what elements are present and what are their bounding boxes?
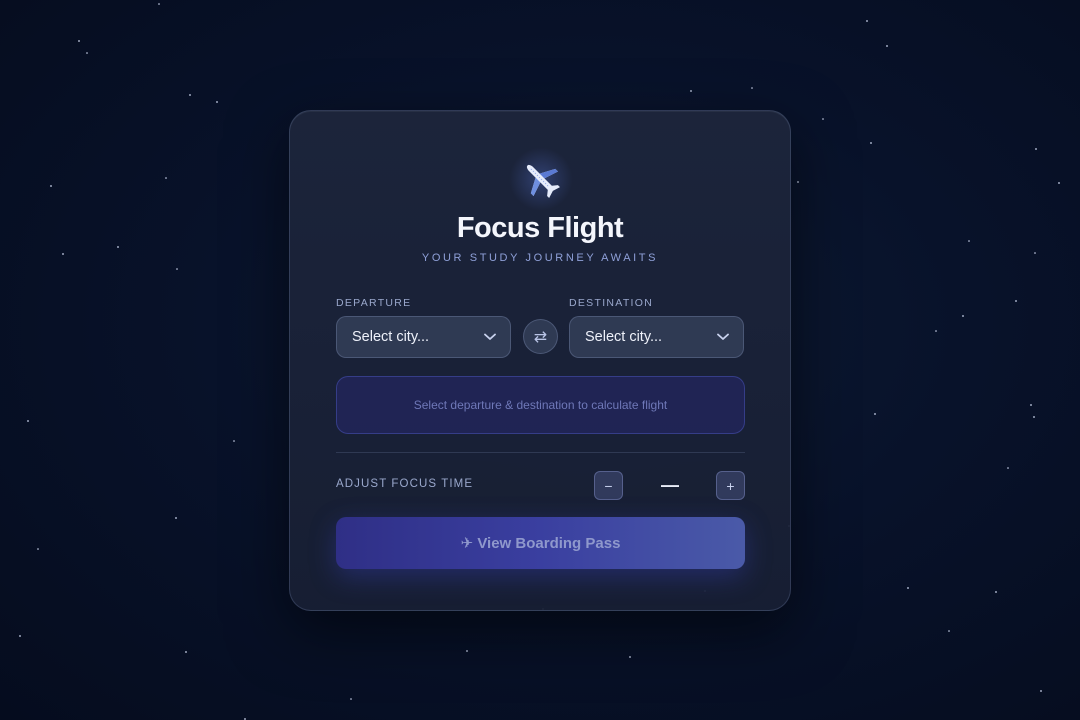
increment-focus-button[interactable]: + [716, 471, 745, 500]
star [165, 177, 167, 179]
star [1033, 416, 1035, 418]
star [37, 548, 39, 550]
destination-select-value: Select city... [585, 329, 663, 345]
star [350, 698, 352, 700]
plus-icon: + [726, 477, 735, 494]
star [1007, 467, 1009, 469]
focus-time-value: — [661, 475, 679, 495]
swap-cities-button[interactable]: ⇄ [523, 319, 558, 354]
star [886, 45, 888, 47]
star [86, 52, 88, 54]
star [751, 87, 753, 89]
star [1015, 300, 1017, 302]
star [866, 20, 868, 22]
star [176, 268, 178, 270]
view-boarding-pass-label: ✈ View Boarding Pass [460, 535, 621, 552]
star [874, 413, 876, 415]
star [1030, 404, 1032, 406]
minus-icon: − [604, 477, 613, 494]
destination-select[interactable]: Select city... [569, 316, 744, 358]
decrement-focus-button[interactable]: − [594, 471, 623, 500]
departure-select[interactable]: Select city... [336, 316, 511, 358]
app-title: Focus Flight [456, 212, 624, 244]
star [117, 246, 119, 248]
airplane-icon [509, 147, 573, 211]
star [968, 240, 970, 242]
star [185, 651, 187, 653]
star [50, 185, 52, 187]
star [233, 440, 235, 442]
star [78, 40, 80, 42]
flight-card: Focus Flight YOUR STUDY JOURNEY AWAITS D… [289, 110, 791, 611]
star [629, 656, 631, 658]
star [27, 420, 29, 422]
chevron-down-icon [484, 331, 496, 343]
star [690, 90, 692, 92]
divider [336, 452, 745, 453]
flight-info-panel: Select departure & destination to calcul… [336, 376, 745, 434]
star [962, 315, 964, 317]
star [62, 253, 64, 255]
star [158, 3, 160, 5]
star [175, 517, 177, 519]
destination-label: DESTINATION [569, 297, 654, 309]
departure-label: DEPARTURE [336, 297, 412, 309]
focus-time-label: ADJUST FOCUS TIME [336, 478, 474, 490]
star [1035, 148, 1037, 150]
app-subtitle: YOUR STUDY JOURNEY AWAITS [421, 252, 659, 264]
star [1058, 182, 1060, 184]
star [797, 181, 799, 183]
star [1034, 252, 1036, 254]
star [189, 94, 191, 96]
star [466, 650, 468, 652]
star [216, 101, 218, 103]
star [935, 330, 937, 332]
star [995, 591, 997, 593]
star [948, 630, 950, 632]
star [1040, 690, 1042, 692]
swap-icon: ⇄ [533, 328, 548, 346]
star [19, 635, 21, 637]
departure-select-value: Select city... [352, 329, 430, 345]
star [822, 118, 824, 120]
flight-info-message: Select departure & destination to calcul… [413, 398, 668, 412]
chevron-down-icon [717, 331, 729, 343]
star [870, 142, 872, 144]
star [907, 587, 909, 589]
view-boarding-pass-button[interactable]: ✈ View Boarding Pass [336, 517, 745, 569]
